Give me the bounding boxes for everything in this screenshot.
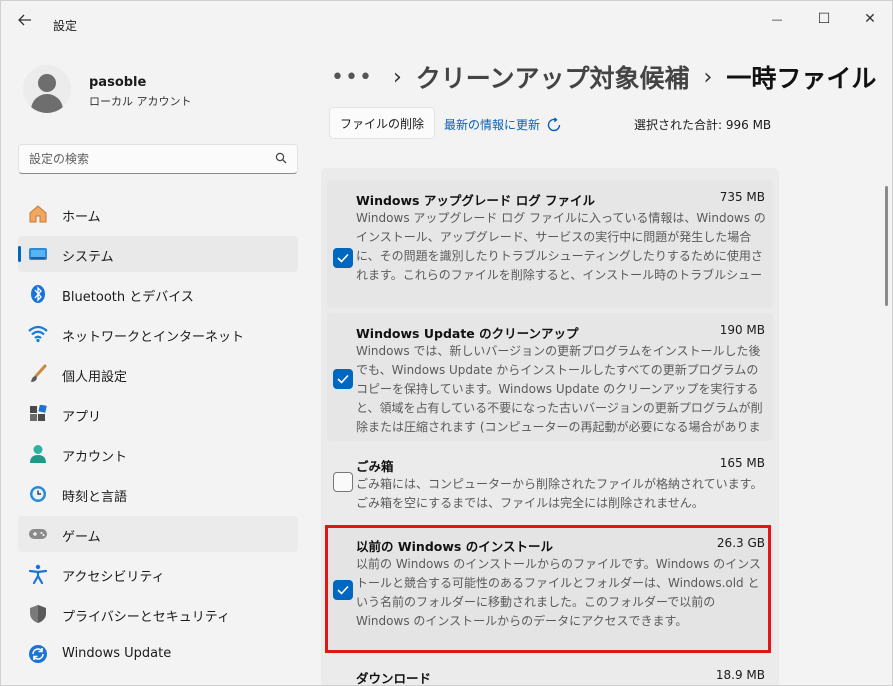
app-title: 設定 [53,19,78,33]
sidebar-item-personalization[interactable]: 個人用設定 [18,356,298,392]
sidebar-item-label: 時刻と言語 [62,490,128,505]
sidebar-item-label: アプリ [62,410,102,425]
sidebar-item-label: ホーム [62,210,101,225]
item-title: ごみ箱 [356,459,394,474]
sidebar-item-label: システム [62,250,114,265]
network-icon [28,324,48,344]
chevron-right-icon: › [392,64,402,90]
selection-indicator [18,246,21,262]
apps-icon [28,404,48,424]
sidebar-item-windows-update[interactable]: Windows Update [18,636,298,672]
sidebar-item-label: Windows Update [62,646,172,661]
item-size: 190 MB [719,323,765,337]
search-icon [275,152,287,167]
item-title: Windows Update のクリーンアップ [356,326,579,341]
item-size: 165 MB [719,456,765,470]
sidebar-item-label: 個人用設定 [62,370,128,385]
sidebar-item-label: ゲーム [62,530,101,545]
list-item-downloads[interactable]: ダウンロード 18.9 MB [327,658,773,686]
checkmark-icon [337,253,349,263]
back-arrow-icon [18,14,31,26]
title-bar: 設定 — ☐ ✕ [1,1,892,37]
highlight-annotation [325,525,771,653]
sidebar-item-accessibility[interactable]: アクセシビリティ [18,556,298,592]
checkbox-unchecked[interactable] [333,472,353,492]
close-button[interactable]: ✕ [847,7,892,31]
checkbox-checked[interactable] [333,369,353,389]
breadcrumb-item-cleanup[interactable]: クリーンアップ対象候補 [416,59,690,95]
item-size: 18.9 MB [715,668,765,682]
item-description: ごみ箱には、コンピューターから削除されたファイルが格納されています。ごみ箱を空に… [356,477,763,510]
refresh-label: 最新の情報に更新 [444,118,541,132]
avatar [23,65,71,113]
sidebar-item-bluetooth[interactable]: Bluetooth とデバイス [18,276,298,312]
user-profile[interactable]: pasoble ローカル アカウント [23,65,283,115]
maximize-button[interactable]: ☐ [801,7,847,31]
sidebar-item-label: アクセシビリティ [62,570,165,585]
checkbox-checked[interactable] [333,248,353,268]
item-description: Windows アップグレード ログ ファイルに入っている情報は、Windows… [356,211,766,282]
sidebar-item-gaming[interactable]: ゲーム [18,516,298,552]
page-title: 一時ファイル [726,64,877,93]
action-bar: ファイルの削除 最新の情報に更新 選択された合計: 996 MB [329,107,779,141]
refresh-link[interactable]: 最新の情報に更新 [444,116,562,133]
breadcrumb: ••• › クリーンアップ対象候補 › 一時ファイル [331,59,876,95]
minimize-button[interactable]: — [754,7,800,31]
item-title: Windows アップグレード ログ ファイル [356,193,596,208]
selected-total: 選択された合計: 996 MB [634,118,772,132]
search-input[interactable] [29,150,269,168]
sidebar-item-label: アカウント [62,450,128,465]
item-description: Windows では、新しいバージョンの更新プログラムをインストールした後でも、… [356,344,763,434]
sidebar-item-system[interactable]: システム [18,236,298,272]
account-type: ローカル アカウント [89,95,192,108]
sidebar-item-label: Bluetooth とデバイス [62,290,194,305]
gaming-icon [28,524,48,544]
time-language-icon [28,484,48,504]
minimize-icon: — [771,12,783,26]
system-icon [28,244,48,264]
sidebar-item-label: ネットワークとインターネット [62,330,245,345]
scrollbar[interactable] [885,186,888,306]
personalization-icon [28,364,48,384]
sidebar-item-privacy[interactable]: プライバシーとセキュリティ [18,596,298,632]
sidebar-nav: ホーム システム Bluetooth とデバイス ネットワークとインターネット [18,196,298,676]
close-icon: ✕ [864,11,876,27]
settings-window: 設定 — ☐ ✕ pasoble ローカル アカウント ホーム [0,0,893,686]
accounts-icon [28,444,48,464]
delete-files-button[interactable]: ファイルの削除 [329,107,436,139]
bluetooth-icon [28,284,48,304]
sidebar-item-accounts[interactable]: アカウント [18,436,298,472]
back-button[interactable] [11,9,39,31]
list-item-update-cleanup[interactable]: Windows Update のクリーンアップ 190 MB Windows で… [327,313,773,441]
sidebar-item-apps[interactable]: アプリ [18,396,298,432]
item-title: ダウンロード [356,671,432,686]
breadcrumb-more-button[interactable]: ••• [331,65,373,90]
checkmark-icon [337,374,349,384]
item-size: 735 MB [719,190,765,204]
user-name: pasoble [89,75,147,90]
accessibility-icon [28,564,48,584]
sidebar-item-label: プライバシーとセキュリティ [62,610,230,625]
refresh-icon [546,116,562,133]
list-item-upgrade-logs[interactable]: Windows アップグレード ログ ファイル 735 MB Windows ア… [327,180,773,308]
sidebar-item-home[interactable]: ホーム [18,196,298,232]
sidebar-item-network[interactable]: ネットワークとインターネット [18,316,298,352]
sidebar-item-time-language[interactable]: 時刻と言語 [18,476,298,512]
maximize-icon: ☐ [817,11,831,27]
list-item-recycle-bin[interactable]: ごみ箱 165 MB ごみ箱には、コンピューターから削除されたファイルが格納され… [327,446,773,518]
search-box[interactable] [18,144,298,174]
home-icon [28,204,48,224]
windows-update-icon [28,644,48,664]
chevron-right-icon: › [703,64,713,90]
privacy-icon [28,604,48,624]
